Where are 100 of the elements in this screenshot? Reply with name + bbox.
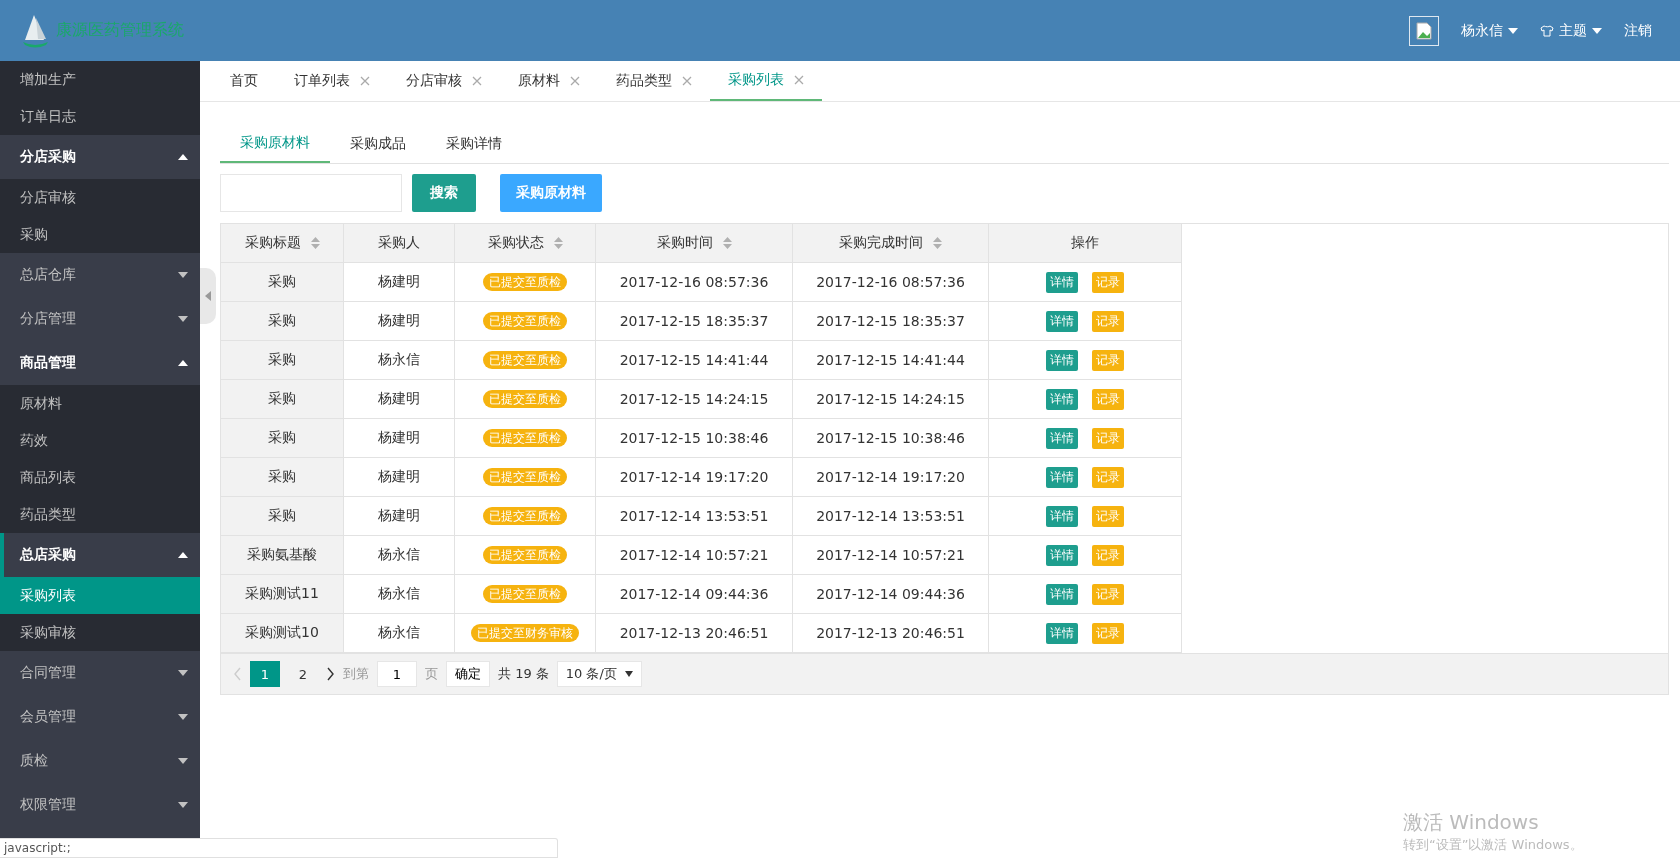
table-cell: 杨建明 [343, 457, 455, 497]
caret-up-icon [178, 360, 188, 366]
details-button[interactable]: 详情 [1046, 427, 1078, 449]
table-cell: 2017-12-14 13:53:51 [595, 496, 793, 536]
page-size-select[interactable]: 10 条/页 [556, 661, 642, 687]
table-cell: 2017-12-15 18:35:37 [595, 301, 793, 341]
sidebar-item[interactable]: 采购列表 [0, 577, 200, 614]
close-icon[interactable] [682, 76, 692, 86]
page-tab[interactable]: 原材料 [500, 61, 598, 101]
table-cell: 2017-12-13 20:46:51 [792, 613, 989, 653]
details-button[interactable]: 详情 [1046, 466, 1078, 488]
close-icon[interactable] [360, 76, 370, 86]
confirm-button[interactable]: 确定 [446, 661, 490, 687]
search-field[interactable] [220, 174, 402, 212]
column-header[interactable]: 采购时间 [595, 224, 793, 263]
status-badge: 已提交至质检 [483, 507, 567, 525]
activation-hint: 转到“设置”以激活 Windows。 [1403, 836, 1583, 854]
details-button[interactable]: 详情 [1046, 583, 1078, 605]
sub-tab[interactable]: 采购详情 [426, 124, 522, 163]
user-menu[interactable]: 杨永信 [1461, 21, 1518, 40]
table-cell: 采购 [221, 379, 344, 419]
caret-down-icon [178, 758, 188, 764]
search-button[interactable]: 搜索 [412, 174, 476, 212]
sidebar-item[interactable]: 原材料 [0, 385, 200, 422]
table-cell: 2017-12-16 08:57:36 [792, 262, 989, 302]
status-bar-url: javascript:; [0, 838, 558, 858]
theme-menu[interactable]: 主题 [1540, 21, 1602, 40]
page-tab[interactable]: 订单列表 [276, 61, 388, 101]
sub-tab[interactable]: 采购原材料 [220, 124, 330, 163]
page-tab[interactable]: 首页 [212, 61, 276, 101]
caret-up-icon [178, 552, 188, 558]
page-input[interactable]: 1 [377, 661, 417, 687]
group-label: 总店仓库 [20, 266, 76, 284]
sidebar-item[interactable]: 药品类型 [0, 496, 200, 533]
caret-down-icon [1592, 27, 1602, 34]
sidebar-item[interactable]: 采购审核 [0, 614, 200, 651]
table-cell: 2017-12-14 19:17:20 [595, 457, 793, 497]
close-icon[interactable] [472, 76, 482, 86]
sidebar-item[interactable]: 商品列表 [0, 459, 200, 496]
sort-icon[interactable] [310, 237, 320, 249]
sidebar-item[interactable]: 采购 [0, 216, 200, 253]
sort-icon[interactable] [933, 237, 942, 249]
page-unit: 页 [425, 665, 438, 683]
column-header[interactable]: 采购标题 [221, 224, 344, 263]
sidebar-item[interactable]: 药效 [0, 422, 200, 459]
details-button[interactable]: 详情 [1046, 310, 1078, 332]
page-tab[interactable]: 采购列表 [710, 61, 822, 101]
table-cell: 采购 [221, 496, 344, 536]
caret-down-icon [178, 272, 188, 278]
sidebar-item[interactable]: 订单日志 [0, 98, 200, 135]
group-label: 总店采购 [20, 546, 76, 564]
details-button[interactable]: 详情 [1046, 349, 1078, 371]
details-button[interactable]: 详情 [1046, 271, 1078, 293]
broken-image-icon [1416, 21, 1432, 40]
details-button[interactable]: 详情 [1046, 544, 1078, 566]
shirt-icon [1540, 24, 1554, 37]
logout-link[interactable]: 注销 [1624, 21, 1652, 40]
table-cell: 杨建明 [343, 262, 455, 302]
page-tab[interactable]: 药品类型 [598, 61, 710, 101]
sidebar-item[interactable]: 增加生产 [0, 61, 200, 98]
sort-icon[interactable] [722, 237, 732, 249]
table-cell: 2017-12-14 10:57:21 [792, 535, 989, 575]
page-tab[interactable]: 分店审核 [388, 61, 500, 101]
group-label: 会员管理 [20, 708, 76, 726]
details-button[interactable]: 详情 [1046, 622, 1078, 644]
caret-down-icon [1508, 27, 1518, 34]
status-badge: 已提交至质检 [483, 273, 567, 291]
group-label: 分店采购 [20, 148, 76, 166]
next-page-icon[interactable] [326, 667, 335, 681]
table-cell: 杨建明 [343, 301, 455, 341]
sub-tab[interactable]: 采购成品 [330, 124, 426, 163]
table-cell: 2017-12-15 14:24:15 [595, 379, 793, 419]
table-cell: 采购 [221, 301, 344, 341]
table-cell: 2017-12-15 14:24:15 [792, 379, 989, 419]
collapse-handle[interactable] [200, 268, 216, 324]
goto-label: 到第 [343, 665, 369, 683]
sort-icon[interactable] [553, 237, 563, 249]
table-cell: 采购 [221, 457, 344, 497]
column-header: 操作 [988, 224, 1182, 263]
status-badge: 已提交至质检 [483, 312, 567, 330]
status-badge: 已提交至质检 [483, 351, 567, 369]
status-badge: 已提交至财务审核 [471, 624, 579, 642]
group-label: 质检 [20, 752, 48, 770]
total-count: 共 19 条 [498, 665, 549, 683]
page-button[interactable]: 1 [250, 661, 280, 687]
group-label: 权限管理 [20, 796, 76, 814]
table-cell: 2017-12-15 10:38:46 [595, 418, 793, 458]
sidebar-item[interactable]: 分店审核 [0, 179, 200, 216]
table-cell: 采购 [221, 262, 344, 302]
table-cell: 杨永信 [343, 340, 455, 380]
table-cell: 2017-12-15 18:35:37 [792, 301, 989, 341]
column-header[interactable]: 采购状态 [454, 224, 596, 263]
caret-left-icon [205, 291, 211, 301]
details-button[interactable]: 详情 [1046, 388, 1078, 410]
close-icon[interactable] [794, 75, 804, 85]
close-icon[interactable] [570, 76, 580, 86]
column-header[interactable]: 采购完成时间 [792, 224, 989, 263]
page-button[interactable]: 2 [288, 661, 318, 687]
table-cell: 杨建明 [343, 379, 455, 419]
details-button[interactable]: 详情 [1046, 505, 1078, 527]
